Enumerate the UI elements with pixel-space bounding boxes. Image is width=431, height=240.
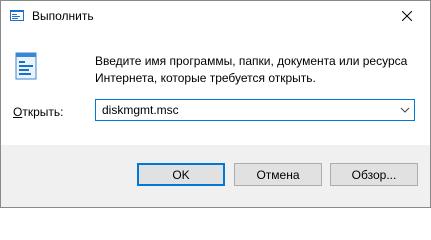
open-label: Открыть: [13, 105, 63, 119]
dialog-description: Введите имя программы, папки, документа … [95, 54, 408, 85]
chevron-down-icon [400, 107, 410, 113]
ok-button[interactable]: OK [137, 163, 225, 186]
dialog-body: Введите имя программы, папки, документа … [1, 31, 430, 145]
open-combobox[interactable] [95, 99, 415, 121]
run-dialog: Выполнить Введите имя программы, папки, … [0, 0, 431, 208]
open-label-accelerator: О [13, 105, 23, 119]
dropdown-button[interactable] [396, 100, 414, 120]
cancel-button[interactable]: Отмена [234, 163, 322, 186]
window-title: Выполнить [32, 9, 94, 23]
program-icon [15, 52, 37, 80]
title-bar[interactable]: Выполнить [1, 1, 430, 31]
button-bar: OK Отмена Обзор... [1, 145, 430, 207]
open-input[interactable] [96, 100, 392, 120]
close-button[interactable] [384, 1, 430, 31]
close-icon [402, 11, 412, 21]
browse-button[interactable]: Обзор... [330, 163, 418, 186]
run-icon [10, 10, 24, 21]
open-label-text: ткрыть: [22, 105, 64, 119]
